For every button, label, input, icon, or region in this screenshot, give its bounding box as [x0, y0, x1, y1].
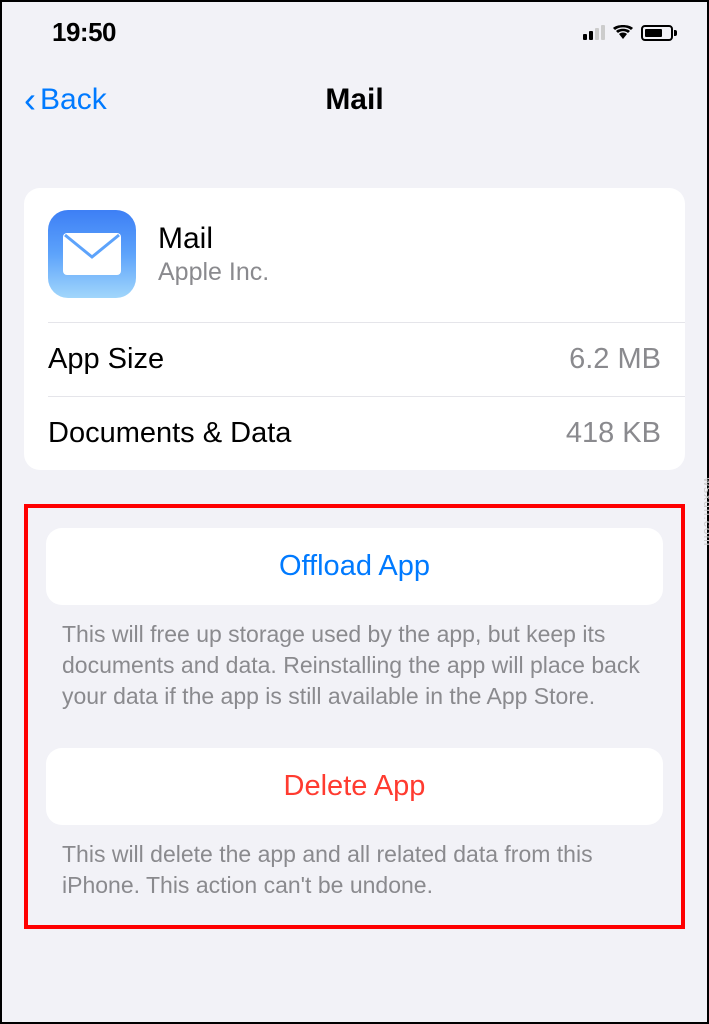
- delete-description: This will delete the app and all related…: [46, 825, 663, 901]
- app-size-label: App Size: [48, 343, 164, 376]
- back-label: Back: [40, 83, 107, 117]
- status-icons: [583, 21, 677, 44]
- highlighted-actions-region: Offload App This will free up storage us…: [24, 504, 685, 929]
- app-size-row: App Size 6.2 MB: [48, 322, 685, 396]
- status-time: 19:50: [52, 17, 116, 48]
- offload-app-button[interactable]: Offload App: [46, 528, 663, 605]
- chevron-left-icon: ‹: [24, 82, 36, 118]
- documents-data-value: 418 KB: [566, 417, 661, 450]
- mail-app-icon: [48, 210, 136, 298]
- app-header: Mail Apple Inc.: [24, 188, 685, 322]
- watermark: wsxdn.com: [701, 477, 709, 546]
- offload-description: This will free up storage used by the ap…: [46, 605, 663, 712]
- navigation-bar: ‹ Back Mail: [2, 57, 707, 148]
- battery-icon: [641, 25, 677, 41]
- status-bar: 19:50: [2, 2, 707, 57]
- app-name: Mail: [158, 222, 269, 256]
- app-size-value: 6.2 MB: [569, 343, 661, 376]
- cellular-signal-icon: [583, 25, 605, 40]
- back-button[interactable]: ‹ Back: [24, 82, 107, 118]
- delete-app-button[interactable]: Delete App: [46, 748, 663, 825]
- documents-data-row: Documents & Data 418 KB: [48, 396, 685, 470]
- app-info-card: Mail Apple Inc. App Size 6.2 MB Document…: [24, 188, 685, 470]
- wifi-icon: [611, 21, 635, 44]
- page-title: Mail: [325, 83, 383, 117]
- documents-data-label: Documents & Data: [48, 417, 291, 450]
- app-publisher: Apple Inc.: [158, 258, 269, 287]
